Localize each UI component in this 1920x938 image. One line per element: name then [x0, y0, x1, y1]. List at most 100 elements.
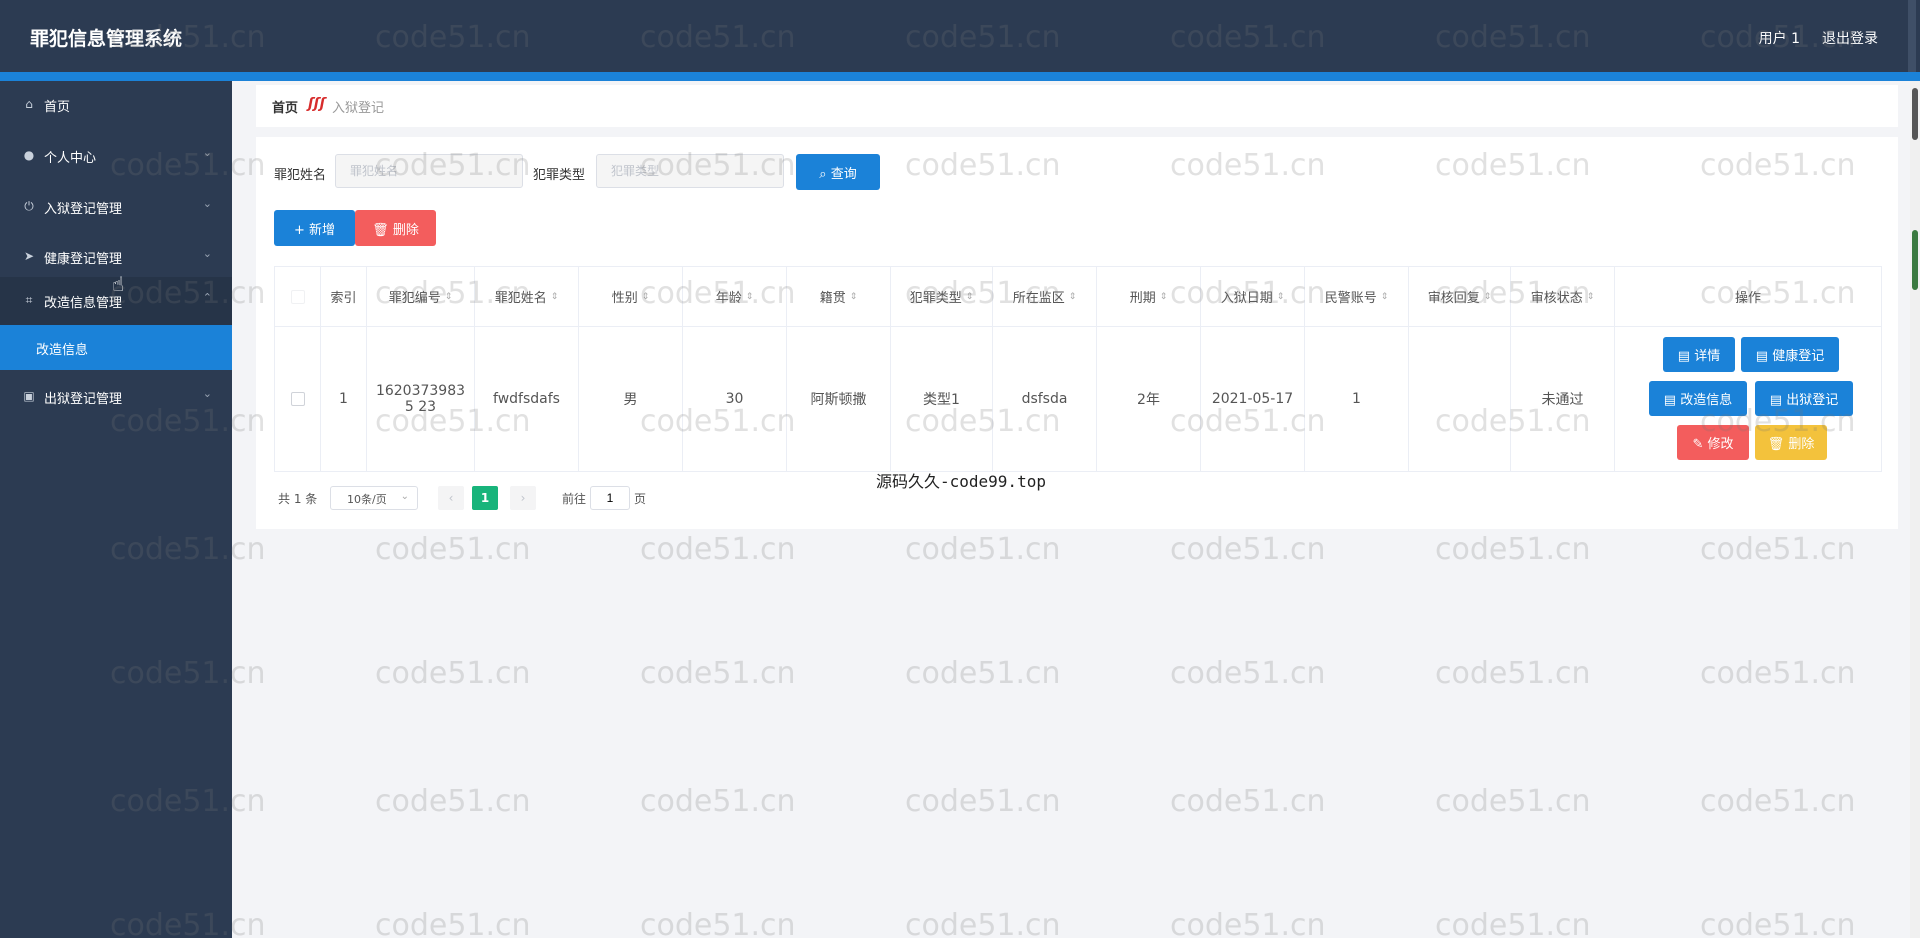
query-button[interactable]: ⌕ 查询: [796, 154, 880, 190]
chevron-left-icon: ‹: [448, 491, 454, 505]
chevron-down-icon: ⌄: [202, 197, 212, 210]
sidebar-item-home[interactable]: ⌂ 首页: [0, 81, 232, 129]
health-register-button[interactable]: ▤ 健康登记: [1741, 337, 1839, 372]
next-page-button[interactable]: ›: [510, 486, 536, 510]
goto-label: 前往: [562, 492, 587, 506]
cell-gender: 男: [579, 327, 683, 471]
user-name[interactable]: 用户 1: [1759, 28, 1800, 48]
chevron-down-icon: ⌄: [400, 491, 409, 502]
cell-date: 2021-05-17: [1201, 327, 1305, 471]
col-code[interactable]: 罪犯编号 ⇕: [367, 267, 475, 326]
watermark-text: code51.cn: [640, 656, 796, 691]
mouse-pointer-icon: ☝: [112, 272, 125, 296]
page-size-select[interactable]: 10条/页 ⌄: [330, 486, 418, 510]
col-police[interactable]: 民警账号 ⇕: [1305, 267, 1409, 326]
chevron-right-icon: ›: [520, 491, 526, 505]
sort-icon[interactable]: ⇕: [1587, 292, 1595, 302]
top-header: 罪犯信息管理系统 用户 1 退出登录: [0, 0, 1920, 81]
crop-icon: ⌗: [25, 293, 33, 307]
prev-page-button[interactable]: ‹: [438, 486, 464, 510]
checkbox[interactable]: [290, 392, 305, 406]
table-row: 1 16203739835 23 fwdfsdafs 男 30 阿斯顿撒 类型1…: [275, 327, 1881, 471]
sidebar-item-intake[interactable]: ⏻ 入狱登记管理 ⌄: [0, 183, 232, 231]
home-icon: ⌂: [25, 97, 33, 111]
sort-icon[interactable]: ⇕: [551, 292, 559, 302]
watermark-text: code51.cn: [1435, 656, 1591, 691]
sort-icon[interactable]: ⇕: [850, 292, 858, 302]
col-term[interactable]: 刑期 ⇕: [1097, 267, 1201, 326]
watermark-text: code51.cn: [1435, 908, 1591, 938]
edit-button[interactable]: ✎ 修改: [1677, 425, 1749, 460]
sort-icon[interactable]: ⇕: [966, 292, 974, 302]
cell-crime-type: 类型1: [891, 327, 993, 471]
trash-icon: 🗑: [1767, 437, 1789, 452]
cell-term: 2年: [1097, 327, 1201, 471]
crime-type-search-input[interactable]: [596, 154, 784, 188]
cell-status: 未通过: [1511, 327, 1615, 471]
sort-icon[interactable]: ⇕: [1160, 292, 1168, 302]
sort-icon[interactable]: ⇕: [445, 292, 453, 302]
release-register-button[interactable]: ▤ 出狱登记: [1755, 381, 1853, 416]
goto-page-input[interactable]: [590, 486, 630, 510]
chevron-down-icon: ⌄: [202, 387, 212, 400]
sort-icon[interactable]: ⇕: [1277, 292, 1285, 302]
logout-link[interactable]: 退出登录: [1822, 28, 1878, 48]
col-status[interactable]: 审核状态 ⇕: [1511, 267, 1615, 326]
col-name[interactable]: 罪犯姓名 ⇕: [475, 267, 579, 326]
watermark-text: code51.cn: [640, 784, 796, 819]
col-area[interactable]: 所在监区 ⇕: [993, 267, 1097, 326]
cell-name: fwdfsdafs: [475, 327, 579, 471]
checkbox[interactable]: [290, 289, 305, 304]
name-search-input[interactable]: [335, 154, 523, 188]
col-age[interactable]: 年龄 ⇕: [683, 267, 787, 326]
sort-icon[interactable]: ⇕: [1381, 292, 1389, 302]
sort-icon[interactable]: ⇕: [746, 292, 754, 302]
watermark-text: code51.cn: [375, 908, 531, 938]
col-origin[interactable]: 籍贯 ⇕: [787, 267, 891, 326]
watermark-text: code51.cn: [1435, 532, 1591, 567]
page-number-button[interactable]: 1: [472, 486, 498, 510]
vertical-scrollbar[interactable]: [1910, 81, 1920, 938]
trash-icon: 🗑: [372, 222, 393, 238]
reform-info-button[interactable]: ▤ 改造信息: [1649, 381, 1747, 416]
clipboard-icon: ▣: [23, 389, 35, 403]
sidebar-item-release[interactable]: ▣ 出狱登记管理 ⌄: [0, 373, 232, 421]
document-icon: ▤: [1755, 349, 1773, 364]
row-select[interactable]: [275, 327, 321, 471]
watermark-text: code51.cn: [1700, 532, 1856, 567]
sort-icon[interactable]: ⇕: [642, 292, 650, 302]
name-label: 罪犯姓名: [274, 168, 327, 183]
watermark-text: code51.cn: [1700, 656, 1856, 691]
document-icon: ▤: [1677, 349, 1695, 364]
col-crime-type[interactable]: 犯罪类型 ⇕: [891, 267, 993, 326]
pagination-total: 共 1 条: [278, 492, 318, 506]
scrollbar-thumb[interactable]: [1912, 88, 1918, 140]
app-title: 罪犯信息管理系统: [30, 28, 183, 50]
sort-icon[interactable]: ⇕: [1484, 292, 1492, 302]
breadcrumb: 首页 ʃʃʃ 入狱登记: [256, 85, 1898, 127]
sidebar-item-label: 改造信息: [36, 343, 89, 358]
watermark-text: code51.cn: [1170, 656, 1326, 691]
watermark-text: code51.cn: [0, 908, 1920, 938]
breadcrumb-current: 入狱登记: [332, 101, 385, 116]
cell-reply: [1409, 327, 1511, 471]
col-actions: 操作: [1734, 291, 1761, 306]
watermark-text: code51.cn: [1435, 784, 1591, 819]
chevron-down-icon: ⌄: [202, 247, 212, 260]
detail-button[interactable]: ▤ 详情: [1663, 337, 1735, 372]
header-select-all[interactable]: [275, 267, 321, 326]
sidebar-item-profile[interactable]: ● 个人中心 ⌄: [0, 132, 232, 180]
row-delete-button[interactable]: 🗑 删除: [1755, 425, 1827, 460]
col-reply[interactable]: 审核回复 ⇕: [1409, 267, 1511, 326]
scrollbar-thumb-secondary[interactable]: [1912, 230, 1918, 290]
sort-icon[interactable]: ⇕: [1069, 292, 1077, 302]
col-date[interactable]: 入狱日期 ⇕: [1201, 267, 1305, 326]
add-button[interactable]: + 新增: [274, 210, 355, 246]
col-gender[interactable]: 性别 ⇕: [579, 267, 683, 326]
document-icon: ▤: [1663, 393, 1681, 408]
breadcrumb-home[interactable]: 首页: [272, 97, 298, 116]
sidebar-subitem-reform-info[interactable]: 改造信息: [0, 325, 232, 370]
delete-button[interactable]: 🗑 删除: [355, 210, 436, 246]
watermark-text: code51.cn: [905, 532, 1061, 567]
cell-code: 16203739835 23: [367, 327, 475, 471]
